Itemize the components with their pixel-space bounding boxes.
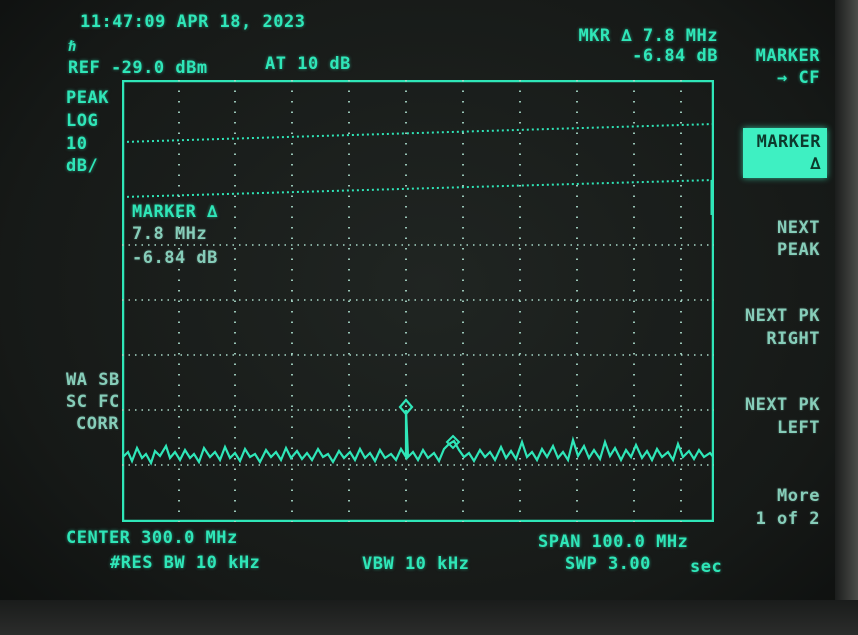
horizontal-grid	[122, 244, 714, 466]
softkey-marker-delta-selected[interactable]: MARKER ∆	[743, 128, 827, 178]
sc-fc-label: SC FC	[66, 392, 120, 412]
spectrum-trace	[122, 409, 714, 466]
softkey-marker-delta-line1: MARKER	[756, 132, 821, 152]
softkey-marker-to-cf-line2: → CF	[777, 68, 820, 88]
video-bandwidth: VBW 10 kHz	[362, 554, 470, 574]
graticule-line-1	[122, 123, 714, 143]
marker-readout-freq: MKR ∆ 7.8 MHz	[578, 26, 718, 46]
frequency-span: SPAN 100.0 MHz	[538, 532, 689, 552]
softkey-next-pk-left-line2: LEFT	[777, 418, 820, 438]
timestamp: 11:47:09 APR 18, 2023	[80, 12, 306, 32]
marker-annotation-freq: 7.8 MHz	[132, 224, 208, 244]
graticule-line-2	[122, 179, 714, 198]
softkey-more-line1: More	[777, 486, 820, 506]
marker-annotation-ampl: -6.84 dB	[132, 248, 218, 268]
scale-value: 10	[66, 134, 88, 154]
softkey-more-line2: 1 of 2	[755, 509, 820, 529]
center-frequency: CENTER 300.0 MHz	[66, 528, 238, 548]
sweep-time: SWP 3.00	[565, 554, 651, 574]
marker-annotation-title: MARKER ∆	[132, 202, 218, 222]
scale-unit: dB/	[66, 156, 99, 176]
softkey-next-pk-right-line1: NEXT PK	[744, 306, 820, 326]
wa-sb-label: WA SB	[66, 370, 120, 390]
corr-label: CORR	[76, 414, 119, 434]
hp-logo-icon: ℏ	[68, 39, 77, 55]
screen-bezel-bottom	[0, 600, 858, 635]
marker-readout-ampl: -6.84 dB	[632, 46, 718, 66]
resolution-bandwidth: #RES BW 10 kHz	[110, 553, 261, 573]
softkey-next-pk-left-line1: NEXT PK	[744, 395, 820, 415]
scale-type: LOG	[66, 111, 99, 131]
analyzer-screen: 11:47:09 APR 18, 2023 ℏ REF -29.0 dBm AT…	[0, 0, 858, 635]
attenuation: AT 10 dB	[265, 54, 351, 74]
softkey-next-pk-right-line2: RIGHT	[766, 329, 820, 349]
softkey-next-peak-line1: NEXT	[777, 218, 820, 238]
softkey-next-peak-line2: PEAK	[777, 240, 820, 260]
softkey-marker-delta-line2: ∆	[810, 154, 821, 174]
sweep-unit: sec	[690, 557, 723, 577]
ref-level: REF -29.0 dBm	[68, 58, 208, 78]
detector-mode: PEAK	[66, 88, 109, 108]
softkey-marker-to-cf-line1: MARKER	[755, 46, 820, 66]
screen-bezel-right	[835, 0, 858, 600]
spectrum-graticule	[122, 80, 714, 522]
